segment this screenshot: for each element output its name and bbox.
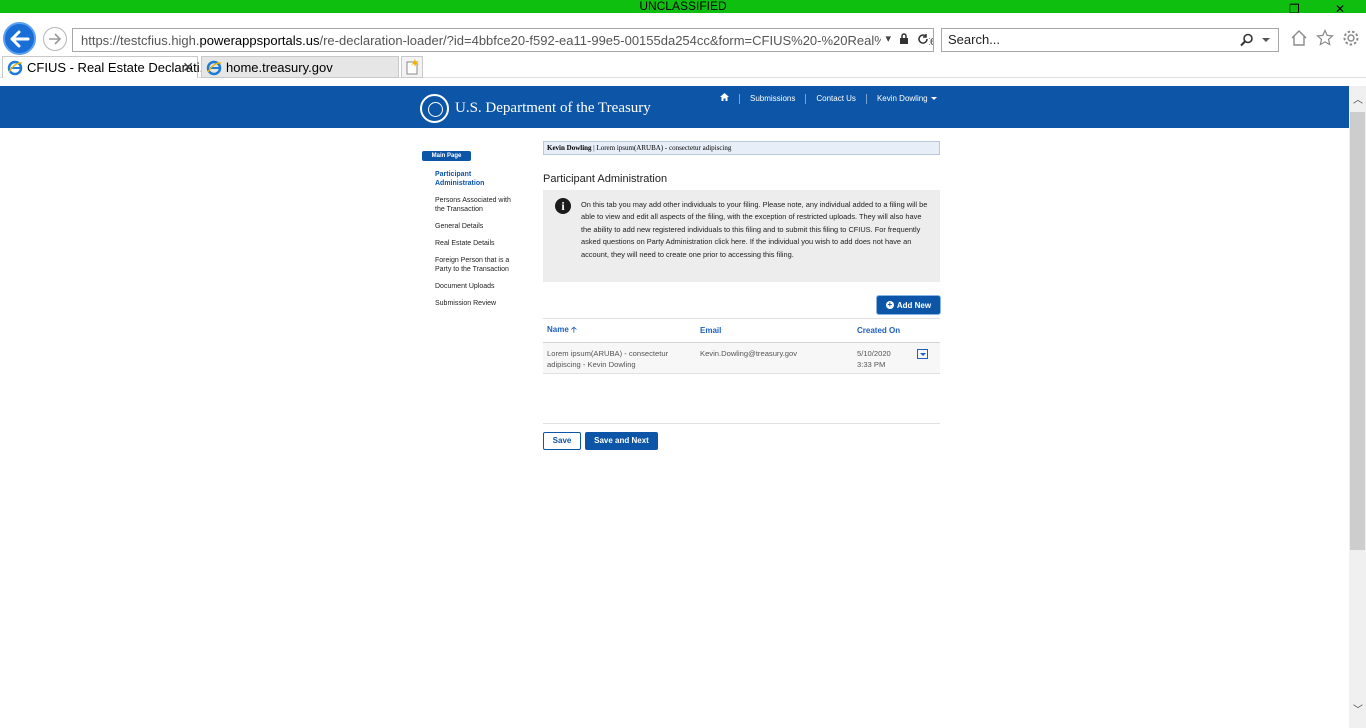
brand[interactable]: U.S. Department of the Treasury xyxy=(420,94,651,123)
sidebar-item-participant-administration[interactable]: Participant Administration xyxy=(435,170,520,188)
plus-icon: + xyxy=(885,300,894,309)
crumb-user: Kevin Dowling xyxy=(547,144,592,152)
back-arrow-icon xyxy=(10,30,29,47)
nav-home[interactable] xyxy=(720,93,739,104)
crumb-separator: | xyxy=(593,144,595,152)
new-tab-icon xyxy=(406,59,419,75)
cell-email: Kevin.Dowling@treasury.gov xyxy=(700,349,798,358)
col-created-header[interactable]: Created On xyxy=(857,326,940,335)
filing-breadcrumb: Kevin Dowling | Lorem ipsum(ARUBA) - con… xyxy=(543,141,940,155)
address-bar[interactable]: https://testcfius.high.powerappsportals.… xyxy=(72,28,934,52)
tab-label: home.treasury.gov xyxy=(226,60,333,75)
tab-cfius[interactable]: CFIUS - Real Estate Declarati... ✕ xyxy=(2,56,211,78)
info-text: On this tab you may add other individual… xyxy=(581,200,928,259)
sidebar-item-submission-review[interactable]: Submission Review xyxy=(435,299,520,308)
favorites-star-icon[interactable] xyxy=(1316,29,1334,47)
home-nav-icon xyxy=(720,93,729,101)
scroll-thumb[interactable] xyxy=(1350,112,1365,550)
user-name: Kevin Dowling xyxy=(876,93,928,103)
nav-contact-us[interactable]: Contact Us xyxy=(805,93,866,104)
classification-banner: UNCLASSIFIED xyxy=(0,0,1366,13)
new-tab-button[interactable] xyxy=(401,56,423,78)
sort-up-icon: 🡡 xyxy=(571,324,577,334)
row-actions xyxy=(917,348,940,359)
row-action-dropdown[interactable] xyxy=(917,349,928,359)
close-tab-icon[interactable]: ✕ xyxy=(182,57,194,78)
sidebar-item-real-estate-details[interactable]: Real Estate Details xyxy=(435,239,520,248)
cell-name: Lorem ipsum(ARUBA) - consectetur adipisc… xyxy=(547,349,669,369)
tab-treasury[interactable]: home.treasury.gov xyxy=(201,56,399,78)
info-icon: i xyxy=(555,198,571,214)
refresh-icon[interactable] xyxy=(917,33,929,45)
sidebar-item-general-details[interactable]: General Details xyxy=(435,222,520,231)
browser-toolbar: https://testcfius.high.powerappsportals.… xyxy=(0,13,1366,55)
save-and-next-button[interactable]: Save and Next xyxy=(585,432,658,450)
cell-created-time: 3:33 PM xyxy=(857,360,886,369)
sidebar-item-foreign-person[interactable]: Foreign Person that is a Party to the Tr… xyxy=(435,256,520,274)
lock-icon[interactable] xyxy=(899,32,909,45)
participants-table: Name 🡡 Email Created On Lorem ipsum(ARUB… xyxy=(543,318,940,374)
dropdown-icon[interactable]: ▾ xyxy=(885,32,891,45)
url-text: https://testcfius.high.powerappsportals.… xyxy=(81,32,934,48)
browser-search-input[interactable]: Search... xyxy=(941,28,1279,52)
settings-gear-icon[interactable] xyxy=(1342,29,1360,47)
nav-user-menu[interactable]: Kevin Dowling xyxy=(865,93,947,104)
forward-arrow-icon xyxy=(49,33,62,45)
ie-tab-icon xyxy=(206,60,222,76)
main-page-button[interactable]: Main Page xyxy=(422,151,471,161)
search-icon[interactable] xyxy=(1240,33,1254,47)
sidebar-item-persons-associated[interactable]: Persons Associated with the Transaction xyxy=(435,196,520,214)
browser-tabs: CFIUS - Real Estate Declarati... ✕ home.… xyxy=(0,55,1366,78)
top-nav: Submissions Contact Us Kevin Dowling xyxy=(720,93,947,104)
table-header: Name 🡡 Email Created On xyxy=(543,318,940,343)
cell-created: 5/10/2020 3:33 PM xyxy=(857,348,917,370)
divider xyxy=(543,423,940,424)
sidebar-item-document-uploads[interactable]: Document Uploads xyxy=(435,282,520,291)
brand-title: U.S. Department of the Treasury xyxy=(455,100,651,116)
site-header: U.S. Department of the Treasury Submissi… xyxy=(0,86,1349,128)
caret-down-icon xyxy=(930,96,937,100)
classification-label: UNCLASSIFIED xyxy=(639,0,727,13)
side-nav: Participant Administration Persons Assoc… xyxy=(435,170,520,316)
address-bar-tools: ▾ xyxy=(881,32,929,45)
cell-created-date: 5/10/2020 xyxy=(857,349,891,358)
col-email-header[interactable]: Email xyxy=(700,326,857,335)
save-button[interactable]: Save xyxy=(543,432,581,450)
home-icon[interactable] xyxy=(1290,29,1308,47)
nav-submissions[interactable]: Submissions xyxy=(739,93,805,104)
scroll-down-icon[interactable]: ﹀ xyxy=(1353,701,1363,716)
search-placeholder: Search... xyxy=(948,32,1001,47)
page-title: Participant Administration xyxy=(543,173,668,185)
table-row: Lorem ipsum(ARUBA) - consectetur adipisc… xyxy=(543,343,940,374)
back-button[interactable] xyxy=(3,22,36,55)
scroll-up-icon[interactable]: ︿ xyxy=(1353,91,1363,106)
add-new-button[interactable]: + Add New xyxy=(877,296,940,314)
vertical-scrollbar[interactable]: ︿ ﹀ xyxy=(1349,86,1366,728)
browser-right-icons xyxy=(1290,29,1360,47)
web-page: U.S. Department of the Treasury Submissi… xyxy=(0,86,1349,728)
chevron-down-icon xyxy=(919,352,926,356)
add-new-label: Add New xyxy=(896,300,932,310)
crumb-filing: Lorem ipsum(ARUBA) - consectetur adipisc… xyxy=(596,144,732,152)
ie-tab-icon xyxy=(7,60,23,76)
treasury-seal-icon xyxy=(420,94,449,123)
col-name-header[interactable]: Name 🡡 xyxy=(543,324,700,338)
search-dropdown-icon[interactable] xyxy=(1262,38,1270,42)
info-panel: i On this tab you may add other individu… xyxy=(543,190,940,282)
forward-button[interactable] xyxy=(43,27,67,51)
